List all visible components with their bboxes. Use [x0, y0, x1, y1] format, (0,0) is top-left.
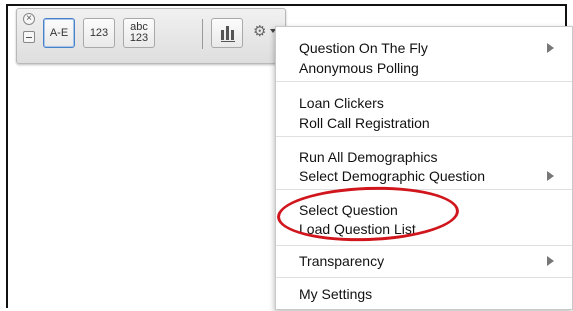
menu-item-run-all-demographics[interactable]: Run All Demographics	[299, 147, 562, 167]
menu-group-clickers: Loan Clickers Roll Call Registration	[276, 81, 572, 137]
menu-item-label: Question On The Fly	[299, 40, 428, 56]
menu-item-label: Transparency	[299, 253, 385, 269]
menu-group-settings: My Settings	[276, 277, 572, 311]
polling-toolbar: × A-E 123 abc 123 ⚙	[16, 8, 286, 64]
menu-item-label: Anonymous Polling	[299, 60, 419, 76]
multiple-choice-label: A-E	[49, 27, 69, 39]
menu-item-label: Roll Call Registration	[299, 115, 430, 131]
submenu-arrow-icon	[547, 43, 554, 53]
menu-item-anonymous-polling[interactable]: Anonymous Polling	[299, 58, 562, 78]
menu-item-select-demographic-question[interactable]: Select Demographic Question	[299, 166, 562, 186]
menu-item-label: My Settings	[299, 286, 373, 302]
close-icon[interactable]: ×	[23, 13, 35, 25]
menu-item-label: Select Demographic Question	[299, 168, 485, 184]
menu-item-question-on-the-fly[interactable]: Question On The Fly	[299, 38, 562, 58]
gear-icon: ⚙	[253, 23, 267, 40]
menu-group-polling: Question On The Fly Anonymous Polling	[276, 27, 572, 81]
menu-group-transparency: Transparency	[276, 245, 572, 278]
minimize-icon[interactable]	[23, 31, 35, 43]
numeric-button[interactable]: 123	[83, 18, 115, 48]
menu-item-roll-call-registration[interactable]: Roll Call Registration	[299, 113, 562, 133]
window-controls: ×	[23, 13, 35, 43]
menu-item-label: Run All Demographics	[299, 149, 438, 165]
menu-item-transparency[interactable]: Transparency	[299, 251, 562, 271]
multiple-choice-button[interactable]: A-E	[43, 18, 75, 48]
menu-item-my-settings[interactable]: My Settings	[299, 284, 562, 304]
menu-item-load-question-list[interactable]: Load Question List	[299, 219, 562, 239]
menu-item-loan-clickers[interactable]: Loan Clickers	[299, 93, 562, 113]
menu-item-select-question[interactable]: Select Question	[299, 200, 562, 220]
submenu-arrow-icon	[547, 171, 554, 181]
submenu-arrow-icon	[547, 256, 554, 266]
menu-item-label: Select Question	[299, 202, 398, 218]
menu-group-questions: Select Question Load Question List	[276, 189, 572, 246]
alphanumeric-label-line1: abc	[130, 21, 148, 33]
menu-item-label: Load Question List	[299, 221, 416, 237]
alphanumeric-button[interactable]: abc 123	[123, 18, 155, 48]
bar-chart-icon	[221, 26, 235, 42]
alphanumeric-label-line2: 123	[129, 32, 149, 44]
menu-group-demographics: Run All Demographics Select Demographic …	[276, 136, 572, 190]
show-chart-button[interactable]	[211, 18, 243, 48]
toolbar-divider	[202, 19, 203, 49]
numeric-label: 123	[89, 27, 109, 39]
menu-item-label: Loan Clickers	[299, 95, 384, 111]
settings-dropdown-menu: Question On The Fly Anonymous Polling Lo…	[275, 26, 573, 310]
